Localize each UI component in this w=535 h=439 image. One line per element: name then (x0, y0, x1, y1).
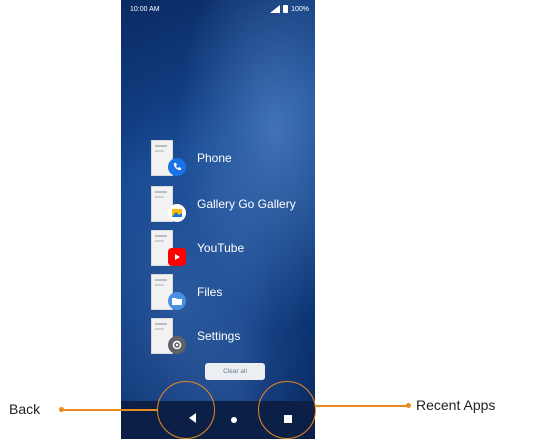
status-icons: 100% (270, 5, 309, 13)
battery-percent: 100% (291, 5, 309, 13)
gallery-icon (168, 204, 186, 222)
gear-icon (168, 336, 186, 354)
clear-all-button[interactable]: Clear all (205, 363, 265, 380)
recent-app-label: Gallery Go Gallery (197, 197, 296, 211)
battery-icon (283, 5, 289, 13)
youtube-icon (168, 248, 186, 266)
status-bar: 10:00 AM 100% (121, 0, 315, 20)
back-callout-label: Back (9, 401, 41, 417)
recent-callout-dot (406, 403, 411, 408)
recent-callout-label: Recent Apps (416, 397, 496, 413)
recent-app-files[interactable]: Files (151, 274, 315, 314)
recent-callout-line (316, 405, 409, 407)
back-callout-line (62, 409, 158, 411)
recent-app-gallery[interactable]: Gallery Go Gallery (151, 186, 315, 226)
recent-app-label: Phone (197, 151, 232, 165)
back-callout-dot (59, 407, 64, 412)
recent-app-label: YouTube (197, 241, 245, 255)
wifi-icon (270, 5, 281, 13)
status-time: 10:00 AM (130, 6, 160, 13)
recent-app-settings[interactable]: Settings (151, 318, 315, 358)
home-icon[interactable] (231, 417, 237, 423)
phone-screen: 10:00 AM 100% Phone Gallery Go Gallery Y… (121, 0, 315, 439)
recent-callout-circle (258, 381, 316, 439)
recent-app-youtube[interactable]: YouTube (151, 230, 315, 270)
phone-icon (168, 158, 186, 176)
recent-app-phone[interactable]: Phone (151, 140, 315, 180)
back-callout-circle (157, 381, 215, 439)
files-icon (168, 292, 186, 310)
recent-app-label: Settings (197, 329, 241, 343)
recent-app-label: Files (197, 285, 223, 299)
